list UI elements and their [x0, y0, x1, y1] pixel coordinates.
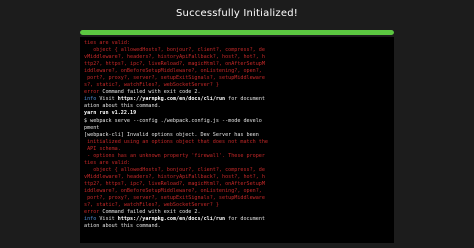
terminal-line: ttp2?, https?, ipc?, liveReload?, magicH…: [84, 61, 265, 68]
terminal-line-segment: Command failed with exit code 2.: [102, 209, 201, 216]
init-window: Successfully Initialized! ties are valid…: [0, 0, 474, 248]
terminal-line: vMiddleware?, headers?, historyApiFallba…: [84, 54, 265, 61]
terminal-line-segment: https://yarnpkg.com/en/docs/cli/run: [117, 216, 226, 223]
progress-bar: [80, 30, 394, 35]
terminal-line-segment: Visit: [99, 96, 118, 103]
terminal-line-segment: Command failed with exit code 2.: [102, 89, 201, 96]
terminal-line: info Visit https://yarnpkg.com/en/docs/c…: [84, 96, 390, 103]
terminal-line-segment: https://yarnpkg.com/en/docs/cli/run: [117, 96, 226, 103]
progress-bar-fill: [80, 30, 394, 35]
terminal-line-segment: info: [84, 216, 100, 223]
terminal-line: $ webpack serve --config ./webpack.confi…: [84, 117, 262, 124]
terminal-line: port?, proxy?, server?, setupExitSignals…: [84, 75, 265, 82]
terminal-line: port?, proxy?, server?, setupExitSignals…: [84, 195, 265, 202]
terminal-line: ties are valid:: [84, 159, 131, 166]
terminal-line: vMiddleware?, headers?, historyApiFallba…: [84, 173, 265, 180]
terminal-line: object { allowedHosts?, bonjour?, client…: [84, 47, 265, 54]
terminal-line-segment: for document: [225, 216, 265, 223]
terminal-line-segment: for document: [225, 96, 265, 103]
terminal-line-segment: error: [84, 89, 103, 96]
terminal-line: initialized using an options object that…: [84, 138, 269, 145]
terminal-line-segment: error: [84, 209, 103, 216]
terminal-line: - options has an unknown property 'firew…: [84, 152, 265, 159]
terminal-line: ttp2?, https?, ipc?, liveReload?, magicH…: [84, 180, 265, 187]
terminal-line: ation about this command.: [84, 103, 161, 110]
terminal-line: iddleware?, onBeforeSetupMiddleware?, on…: [84, 187, 262, 194]
terminal-line: s?, static?, watchFiles?, webSocketServe…: [84, 82, 219, 89]
page-title: Successfully Initialized!: [176, 8, 298, 19]
terminal-line: ties are valid:: [84, 40, 131, 46]
terminal-line-segment: info: [84, 96, 100, 103]
terminal-output[interactable]: ties are valid: object { allowedHosts?, …: [80, 37, 394, 243]
terminal-line: object { allowedHosts?, bonjour?, client…: [84, 166, 265, 173]
terminal-line: error Command failed with exit code 2.: [84, 89, 390, 96]
terminal-log: ties are valid: object { allowedHosts?, …: [80, 37, 394, 233]
terminal-line: s?, static?, watchFiles?, webSocketServe…: [84, 202, 219, 209]
terminal-line: [webpack-cli] Invalid options object. De…: [84, 131, 259, 138]
terminal-line: info Visit https://yarnpkg.com/en/docs/c…: [84, 216, 390, 223]
terminal-line: error Command failed with exit code 2.: [84, 209, 390, 216]
terminal-line: ation about this command.: [84, 223, 161, 230]
terminal-line: iddleware?, onBeforeSetupMiddleware?, on…: [84, 68, 262, 75]
terminal-line: API schema.: [84, 145, 121, 152]
terminal-line-segment: Visit: [99, 216, 118, 223]
terminal-line: yarn run v1.22.19: [84, 110, 137, 117]
terminal-line: pment: [84, 124, 100, 131]
